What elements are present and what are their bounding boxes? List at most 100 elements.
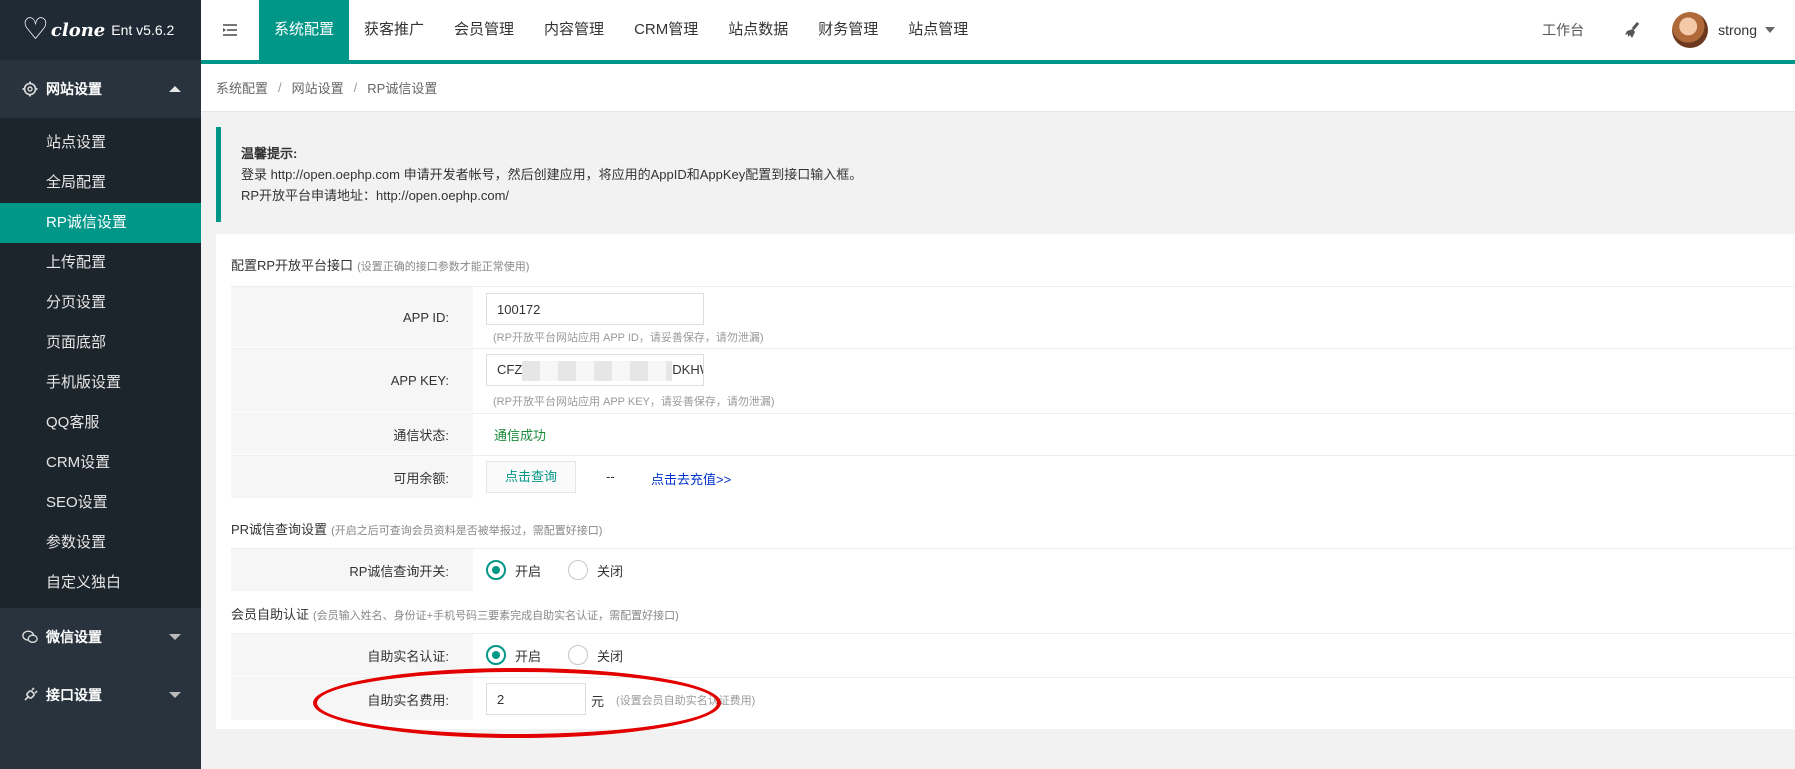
app-key-prefix: CFZ — [497, 362, 523, 377]
sidebar-item-crm[interactable]: CRM设置 — [0, 443, 201, 483]
caret-down-icon — [1765, 27, 1775, 33]
app-logo[interactable]: ♡ clone Ent v5.6.2 — [0, 0, 201, 60]
sidebar-item-global-config[interactable]: 全局配置 — [0, 163, 201, 203]
top-right-tools: 工作台 strong — [1522, 0, 1795, 60]
sidebar-item-qq-service[interactable]: QQ客服 — [0, 403, 201, 443]
app-key-label: APP KEY: — [231, 349, 473, 412]
sidebar-group-wechat[interactable]: 微信设置 — [0, 608, 201, 666]
sidebar-item-seo[interactable]: SEO设置 — [0, 483, 201, 523]
section-hint: (开启之后可查询会员资料是否被举报过，需配置好接口) — [331, 525, 603, 537]
gear-icon — [22, 81, 38, 97]
auth-fee-help: (设置会员自助实名认证费用) — [616, 695, 756, 707]
sidebar-group-label: 接口设置 — [46, 687, 102, 703]
balance-value: -- — [606, 469, 615, 484]
self-auth-on-radio[interactable]: 开启 — [486, 645, 541, 665]
tab-acquisition[interactable]: 获客推广 — [349, 0, 439, 60]
form-row-balance: 可用余额: 点击查询 -- 点击去充值>> — [231, 456, 1795, 498]
radio-label: 关闭 — [597, 648, 624, 664]
sidebar-group-api[interactable]: 接口设置 — [0, 666, 201, 724]
sidebar: ♡ clone Ent v5.6.2 网站设置 站点设置 全局配置 RP诚信设置… — [0, 0, 201, 769]
auth-fee-input[interactable] — [486, 683, 586, 715]
breadcrumb-item[interactable]: 系统配置 — [216, 78, 268, 97]
auth-fee-unit: 元 — [591, 694, 605, 709]
breadcrumb-current: RP诚信设置 — [367, 81, 438, 96]
self-auth-label: 自助实名认证: — [231, 634, 473, 676]
radio-checked-icon — [486, 645, 506, 665]
form-row-rp-switch: RP诚信查询开关: 开启 关闭 — [231, 549, 1795, 591]
sidebar-group-website-settings[interactable]: 网站设置 — [0, 60, 201, 118]
workbench-link[interactable]: 工作台 — [1522, 20, 1604, 40]
sidebar-group-label: 微信设置 — [46, 629, 102, 645]
chevron-down-icon — [169, 692, 181, 698]
radio-label: 关闭 — [597, 563, 624, 579]
app-key-input[interactable]: CFZ DKHWG9I — [486, 354, 704, 386]
clear-cache-brush-icon[interactable] — [1604, 21, 1672, 39]
rp-switch-off-radio[interactable]: 关闭 — [568, 560, 623, 580]
logo-heart-icon: ♡ — [22, 12, 49, 47]
recharge-link[interactable]: 点击去充值>> — [651, 469, 731, 488]
section-title: PR诚信查询设置 — [231, 522, 328, 537]
app-version: Ent v5.6.2 — [111, 22, 175, 38]
radio-label: 开启 — [515, 563, 542, 579]
settings-form: 配置RP开放平台接口(设置正确的接口参数才能正常使用) APP ID: (RP开… — [216, 234, 1795, 729]
form-row-app-id: APP ID: (RP开放平台网站应用 APP ID，请妥善保存，请勿泄漏) — [231, 287, 1795, 347]
sidebar-item-pagination[interactable]: 分页设置 — [0, 283, 201, 323]
app-id-input[interactable] — [486, 293, 704, 325]
query-balance-button[interactable]: 点击查询 — [486, 461, 577, 493]
tab-system-config[interactable]: 系统配置 — [259, 0, 350, 60]
chevron-up-icon — [169, 86, 181, 92]
sidebar-item-mobile[interactable]: 手机版设置 — [0, 363, 201, 403]
tab-site-management[interactable]: 站点管理 — [893, 0, 983, 60]
sidebar-item-site-settings[interactable]: 站点设置 — [0, 123, 201, 163]
app-id-help: (RP开放平台网站应用 APP ID，请妥善保存，请勿泄漏) — [493, 332, 764, 344]
tab-finance[interactable]: 财务管理 — [803, 0, 893, 60]
redacted-block — [522, 360, 673, 381]
section-header-rp-api: 配置RP开放平台接口 (设置正确的接口参数才能正常使用) — [231, 255, 529, 274]
section-title: 配置RP开放平台接口 — [231, 258, 354, 273]
radio-checked-icon — [486, 560, 506, 580]
tab-site-data[interactable]: 站点数据 — [713, 0, 803, 60]
top-navbar: 系统配置 获客推广 会员管理 内容管理 CRM管理 站点数据 财务管理 站点管理… — [201, 0, 1795, 64]
logo-script: clone — [50, 19, 106, 41]
form-row-self-auth: 自助实名认证: 开启 关闭 — [231, 634, 1795, 676]
breadcrumb-item[interactable]: 网站设置 — [292, 78, 344, 97]
sidebar-item-page-footer[interactable]: 页面底部 — [0, 323, 201, 363]
connection-status-value: 通信成功 — [494, 428, 547, 443]
wechat-icon — [22, 629, 38, 645]
tip-notice: 温馨提示: 登录 http://open.oephp.com 申请开发者帐号，然… — [216, 127, 1795, 222]
status-label: 通信状态: — [231, 414, 473, 454]
section-title: 会员自助认证 — [231, 607, 310, 622]
rp-switch-on-radio[interactable]: 开启 — [486, 560, 541, 580]
breadcrumb-separator: / — [353, 80, 358, 95]
section-hint: (设置正确的接口参数才能正常使用) — [357, 261, 530, 273]
app-key-help: (RP开放平台网站应用 APP KEY，请妥善保存，请勿泄漏) — [493, 396, 775, 408]
chevron-down-icon — [169, 634, 181, 640]
section-header-rp-query: PR诚信查询设置 (开启之后可查询会员资料是否被举报过，需配置好接口) — [231, 519, 602, 538]
app-key-suffix: DKHWG9I — [672, 362, 703, 377]
tab-crm[interactable]: CRM管理 — [619, 0, 713, 60]
sidebar-item-upload-config[interactable]: 上传配置 — [0, 243, 201, 283]
tab-content[interactable]: 内容管理 — [529, 0, 619, 60]
section-hint: (会员输入姓名、身份证+手机号码三要素完成自助实名认证，需配置好接口) — [313, 610, 679, 622]
top-tabs: 系统配置 获客推广 会员管理 内容管理 CRM管理 站点数据 财务管理 站点管理 — [259, 0, 983, 60]
breadcrumb-separator: / — [278, 80, 282, 95]
form-row-auth-fee: 自助实名费用: 元 (设置会员自助实名认证费用) — [231, 678, 1795, 720]
sidebar-subnav: 站点设置 全局配置 RP诚信设置 上传配置 分页设置 页面底部 手机版设置 QQ… — [0, 118, 201, 608]
sidebar-item-params[interactable]: 参数设置 — [0, 523, 201, 563]
notice-title: 温馨提示: — [241, 146, 298, 161]
tab-members[interactable]: 会员管理 — [439, 0, 529, 60]
sidebar-item-rp-credit[interactable]: RP诚信设置 — [0, 203, 201, 243]
form-row-app-key: APP KEY: CFZ DKHWG9I (RP开放平台网站应用 APP KEY，… — [231, 349, 1795, 412]
self-auth-off-radio[interactable]: 关闭 — [568, 645, 623, 665]
rp-switch-label: RP诚信查询开关: — [231, 549, 473, 591]
username: strong — [1718, 22, 1757, 38]
user-menu[interactable]: strong — [1672, 12, 1795, 48]
menu-toggle-icon[interactable] — [201, 0, 259, 60]
auth-fee-label: 自助实名费用: — [231, 678, 473, 720]
app-id-label: APP ID: — [231, 287, 473, 347]
section-header-self-auth: 会员自助认证 (会员输入姓名、身份证+手机号码三要素完成自助实名认证，需配置好接口… — [231, 604, 679, 623]
notice-line: 登录 http://open.oephp.com 申请开发者帐号，然后创建应用，… — [241, 167, 863, 182]
radio-unchecked-icon — [568, 645, 588, 665]
radio-unchecked-icon — [568, 560, 588, 580]
sidebar-item-custom-monologue[interactable]: 自定义独白 — [0, 563, 201, 603]
